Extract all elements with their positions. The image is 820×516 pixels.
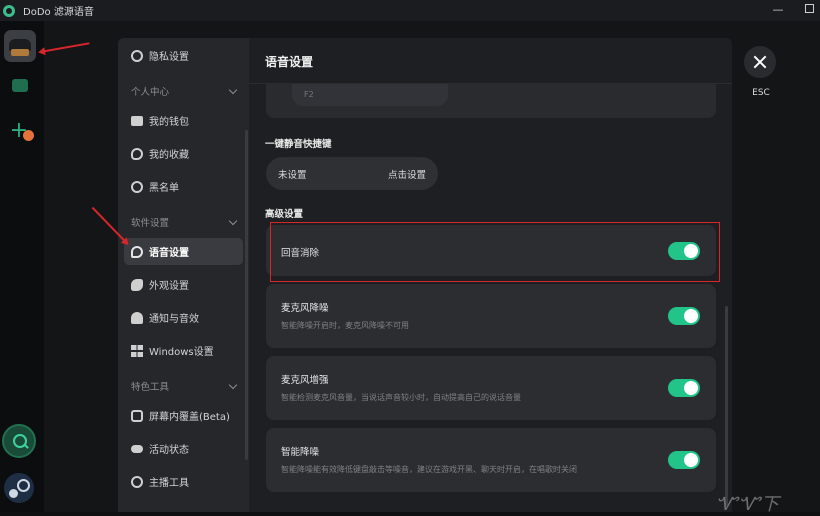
nav-item-favorites[interactable]: 我的收藏 <box>124 140 243 167</box>
close-icon <box>753 55 767 69</box>
nav-group-label: 软件设置 <box>131 218 170 229</box>
chat-icon[interactable] <box>12 79 28 92</box>
nav-item-notifications[interactable]: 通知与音效 <box>124 304 243 331</box>
nav-item-appearance[interactable]: 外观设置 <box>124 271 243 298</box>
discover-search-icon[interactable] <box>2 424 36 458</box>
bell-icon <box>131 311 143 324</box>
content-scrollbar[interactable] <box>725 306 728 506</box>
mute-shortcut-pill[interactable]: 未设置 点击设置 <box>266 157 438 190</box>
smart-noise-reduction-card: 智能降噪 智能降噪能有效降低键盘敲击等噪音，建议在游戏开黑、聊天时开启，在唱歌时… <box>266 428 716 492</box>
nav-item-overlay[interactable]: 屏幕内覆盖(Beta) <box>124 402 243 429</box>
section-title-mute-shortcut: 一键静音快捷键 <box>265 139 332 150</box>
minimize-button[interactable]: — <box>770 3 786 17</box>
section-title-advanced: 高级设置 <box>265 209 304 220</box>
nav-item-label: 外观设置 <box>149 281 189 292</box>
voice-icon <box>131 245 143 258</box>
nav-group-tools[interactable]: 特色工具 <box>131 376 238 396</box>
nav-item-label: 屏幕内覆盖(Beta) <box>149 412 230 423</box>
nav-scrollbar[interactable] <box>245 130 248 460</box>
nav-item-streamer[interactable]: 主播工具 <box>124 468 243 495</box>
nav-item-activity[interactable]: 活动状态 <box>124 435 243 462</box>
nav-item-label: 通知与音效 <box>149 314 199 325</box>
nav-group-label: 特色工具 <box>131 382 170 393</box>
watermark: ᏉᏉ下 <box>716 494 780 515</box>
card-title: 麦克风降噪 <box>281 303 329 314</box>
gamepad-icon <box>131 444 143 453</box>
app-title: DoDo 滤源语音 <box>23 7 94 18</box>
nav-item-label: 隐私设置 <box>149 52 189 63</box>
star-icon <box>131 147 143 160</box>
close-button[interactable] <box>744 46 776 78</box>
user-avatar[interactable] <box>4 30 36 62</box>
annotation-highlight-box <box>270 222 720 282</box>
nav-item-label: 活动状态 <box>149 445 189 456</box>
settings-nav: 隐私设置 个人中心 我的钱包 我的收藏 黑名单 软件设置 语音设置 外观设置 通… <box>118 38 249 512</box>
chevron-down-icon <box>228 216 238 225</box>
nav-item-label: Windows设置 <box>149 347 214 358</box>
windows-icon <box>131 344 143 357</box>
mic-boost-toggle[interactable] <box>668 379 700 397</box>
set-shortcut-button[interactable]: 点击设置 <box>388 167 426 181</box>
previous-setting-card: F2 <box>266 84 716 118</box>
nav-item-label: 我的收藏 <box>149 150 189 161</box>
nav-item-label: 主播工具 <box>149 478 189 489</box>
chevron-down-icon <box>228 380 238 389</box>
maximize-button[interactable] <box>801 3 817 17</box>
card-title: 智能降噪 <box>281 447 320 458</box>
app-logo-icon <box>3 4 15 17</box>
clipped-shortcut-pill[interactable]: F2 <box>292 84 448 106</box>
notification-dot <box>23 130 34 141</box>
nav-group-software[interactable]: 软件设置 <box>131 212 238 232</box>
nav-item-label: 语音设置 <box>149 248 189 259</box>
card-description: 智能检测麦克风音量，当说话声音较小时，自动提高自己的说话音量 <box>281 393 521 402</box>
nav-item-privacy[interactable]: 隐私设置 <box>124 42 243 69</box>
block-icon <box>131 180 143 193</box>
card-description: 智能降噪开启时，麦克风降噪不可用 <box>281 321 409 330</box>
esc-label: ESC <box>752 88 770 98</box>
smart-noise-reduction-toggle[interactable] <box>668 451 700 469</box>
page-title: 语音设置 <box>265 55 314 69</box>
mic-noise-reduction-card: 麦克风降噪 智能降噪开启时，麦克风降噪不可用 <box>266 284 716 348</box>
palette-icon <box>131 278 143 291</box>
card-description: 智能降噪能有效降低键盘敲击等噪音，建议在游戏开黑、聊天时开启，在唱歌时关闭 <box>281 465 577 474</box>
card-title: 麦克风增强 <box>281 375 329 386</box>
shortcut-value: 未设置 <box>278 170 307 181</box>
nav-group-personal[interactable]: 个人中心 <box>131 81 238 101</box>
nav-item-label: 我的钱包 <box>149 117 189 128</box>
nav-item-wallet[interactable]: 我的钱包 <box>124 107 243 134</box>
shield-icon <box>131 49 143 62</box>
nav-item-voice[interactable]: 语音设置 <box>124 238 243 265</box>
nav-item-windows[interactable]: Windows设置 <box>124 337 243 364</box>
title-bar: DoDo 滤源语音 — <box>0 0 820 21</box>
broadcast-icon <box>131 475 143 488</box>
wallet-icon <box>131 115 143 126</box>
steam-icon[interactable] <box>4 473 34 503</box>
mic-noise-reduction-toggle[interactable] <box>668 307 700 325</box>
server-rail: + <box>0 21 44 512</box>
chevron-down-icon <box>228 85 238 94</box>
overlay-icon <box>131 409 143 422</box>
nav-item-blacklist[interactable]: 黑名单 <box>124 173 243 200</box>
mic-boost-card: 麦克风增强 智能检测麦克风音量，当说话声音较小时，自动提高自己的说话音量 <box>266 356 716 420</box>
nav-group-label: 个人中心 <box>131 87 170 98</box>
nav-item-label: 黑名单 <box>149 183 179 194</box>
